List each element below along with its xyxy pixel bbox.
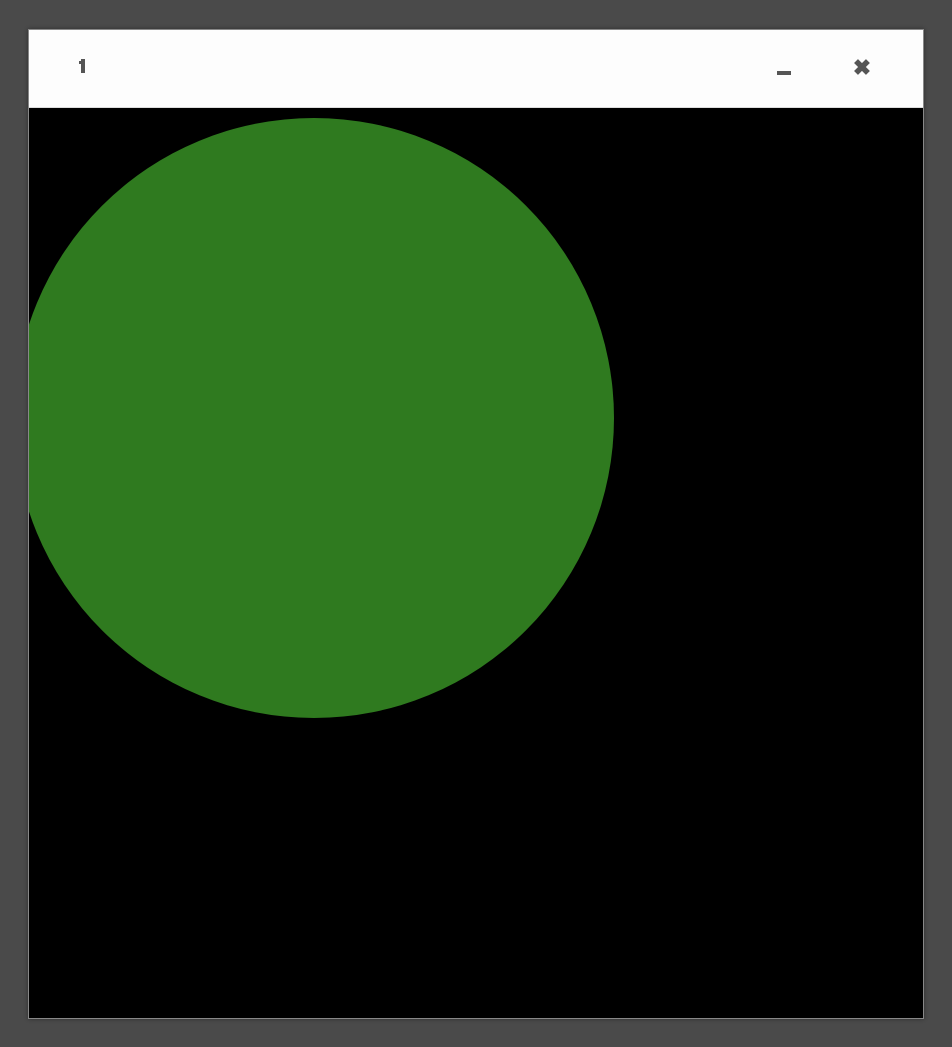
close-icon: ✖ [853,57,871,79]
app-icon [77,57,95,79]
window-controls: ✖ [773,57,873,79]
circle-shape [29,118,614,718]
minimize-button[interactable] [773,57,795,79]
close-button[interactable]: ✖ [851,57,873,79]
minimize-icon [777,71,791,75]
application-window: ✖ [28,29,924,1019]
titlebar[interactable]: ✖ [29,30,923,108]
canvas[interactable] [29,108,923,1018]
